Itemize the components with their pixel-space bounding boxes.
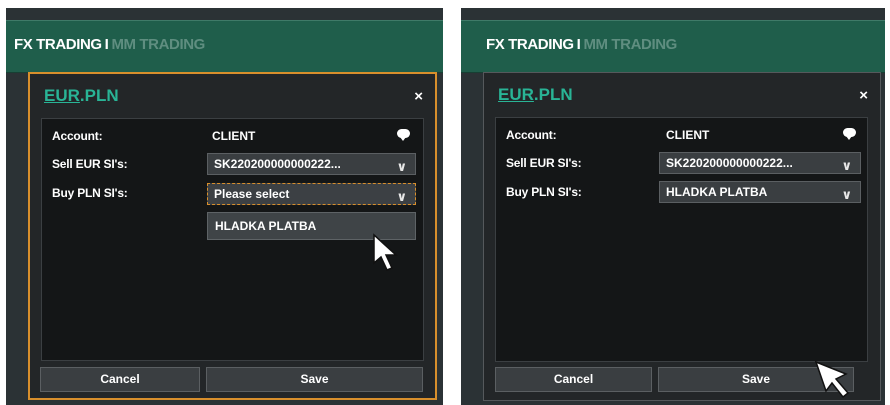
chevron-down-icon: ∨ [841, 158, 852, 173]
account-label: Account: [52, 129, 103, 143]
dialog-title: EUR.PLN [44, 86, 119, 106]
title-base-currency-link[interactable]: EUR [44, 86, 80, 105]
cancel-button[interactable]: Cancel [495, 367, 652, 392]
title-quote-currency: .PLN [533, 85, 573, 104]
cancel-button[interactable]: Cancel [40, 367, 200, 392]
tab-mm-trading[interactable]: MM TRADING [583, 36, 677, 53]
account-label: Account: [506, 128, 557, 142]
settlement-form: Account: CLIENT Sell EUR SI's: SK2202000… [41, 118, 424, 361]
chevron-down-icon: ∨ [396, 159, 407, 174]
buy-si-label: Buy PLN SI's: [52, 186, 128, 200]
tab-fx-trading[interactable]: FX TRADING [486, 36, 574, 53]
close-icon[interactable]: × [414, 88, 423, 105]
sell-si-select[interactable]: SK220200000000222... ∨ [659, 152, 861, 174]
tab-separator: I [104, 36, 109, 53]
sell-si-value: SK220200000000222... [666, 156, 793, 170]
mouse-pointer-icon [373, 233, 398, 271]
buy-si-value: Please select [214, 187, 290, 201]
buy-si-select[interactable]: Please select ∨ [207, 183, 416, 205]
right-screenshot-panel: FX TRADING I MM TRADING EUR.PLN × Account:… [461, 8, 885, 405]
account-value: CLIENT [212, 129, 256, 143]
tab-mm-trading[interactable]: MM TRADING [111, 36, 205, 53]
chevron-down-icon: ∨ [841, 187, 852, 202]
mouse-pointer-icon [814, 360, 850, 399]
trading-tabs: FX TRADING I MM TRADING [14, 36, 205, 53]
comment-icon[interactable] [397, 129, 410, 141]
sell-si-label: Sell EUR SI's: [506, 156, 582, 170]
currency-pair-dialog: EUR.PLN × Account: CLIENT Sell EUR SI's:… [483, 72, 881, 401]
buy-si-value: HLADKA PLATBA [666, 185, 768, 199]
comment-icon[interactable] [843, 128, 856, 140]
tab-separator: I [576, 36, 581, 53]
title-base-currency-link[interactable]: EUR [498, 85, 534, 104]
trading-tabs: FX TRADING I MM TRADING [486, 36, 677, 53]
title-quote-currency: .PLN [79, 86, 119, 105]
save-button[interactable]: Save [206, 367, 423, 392]
sell-si-label: Sell EUR SI's: [52, 157, 128, 171]
tab-fx-trading[interactable]: FX TRADING [14, 36, 102, 53]
currency-pair-dialog: EUR.PLN × Account: CLIENT Sell EUR SI's:… [28, 72, 437, 400]
chevron-down-icon: ∨ [396, 189, 407, 204]
buy-si-label: Buy PLN SI's: [506, 185, 582, 199]
left-screenshot-panel: FX TRADING I MM TRADING EUR.PLN × Account:… [6, 8, 443, 405]
trading-tabs-bar: FX TRADING I MM TRADING [6, 20, 443, 73]
sell-si-value: SK220200000000222... [214, 157, 341, 171]
trading-tabs-bar: FX TRADING I MM TRADING [461, 20, 885, 73]
settlement-form: Account: CLIENT Sell EUR SI's: SK2202000… [495, 117, 868, 362]
sell-si-select[interactable]: SK220200000000222... ∨ [207, 153, 416, 175]
close-icon[interactable]: × [859, 87, 868, 104]
buy-si-select[interactable]: HLADKA PLATBA ∨ [659, 181, 861, 203]
dialog-title: EUR.PLN [498, 85, 573, 105]
account-value: CLIENT [666, 128, 710, 142]
